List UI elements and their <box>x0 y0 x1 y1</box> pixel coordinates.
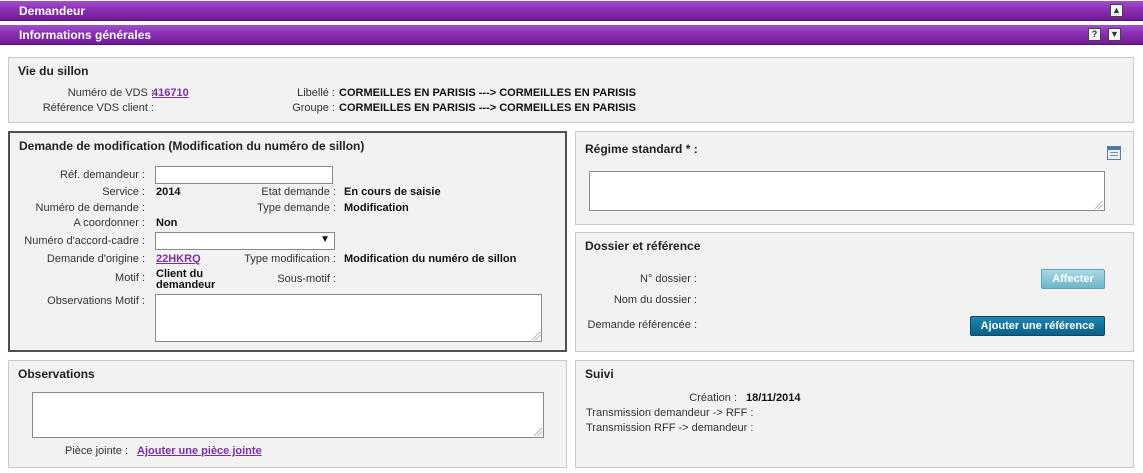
libelle-value: CORMEILLES EN PARISIS ---> CORMEILLES EN… <box>339 87 636 99</box>
piece-jointe-label: Pièce jointe : <box>65 445 128 457</box>
regime-standard-textarea[interactable] <box>589 171 1105 211</box>
demandeur-section-header[interactable]: Demandeur ▲ <box>0 1 1143 21</box>
suivi-panel: Suivi Création : 18/11/2014 Transmission… <box>575 360 1134 468</box>
observations-panel: Observations Pièce jointe : Ajouter une … <box>8 360 567 468</box>
type-demande-value: Modification <box>344 202 409 214</box>
collapse-icon[interactable]: ▲ <box>1110 4 1123 17</box>
numero-vds-label: Numéro de VDS : <box>67 87 154 99</box>
help-icon[interactable]: ? <box>1088 28 1101 41</box>
numero-vds-link[interactable]: 416710 <box>152 87 189 99</box>
accord-cadre-select[interactable]: ▼ <box>155 232 335 250</box>
a-coordonner-label: A coordonner : <box>73 217 145 229</box>
etat-demande-value: En cours de saisie <box>344 186 441 198</box>
etat-demande-label: Etat demande : <box>261 186 336 198</box>
resize-grip-icon[interactable] <box>534 428 542 436</box>
ref-demandeur-label: Réf. demandeur : <box>60 169 145 181</box>
groupe-label: Groupe : <box>292 102 335 114</box>
informations-generales-header[interactable]: Informations générales ? ▼ <box>0 25 1143 45</box>
dossier-reference-title: Dossier et référence <box>585 239 701 253</box>
type-modification-value: Modification du numéro de sillon <box>344 253 517 265</box>
a-coordonner-value: Non <box>156 217 178 229</box>
numero-demande-label: Numéro de demande : <box>35 202 145 214</box>
informations-generales-title: Informations générales <box>19 28 152 42</box>
demande-modification-panel: Demande de modification (Modification du… <box>8 131 567 352</box>
demande-origine-link[interactable]: 22HKRQ <box>156 253 201 265</box>
accord-cadre-label: Numéro d'accord-cadre : <box>24 235 145 247</box>
service-value: 2014 <box>156 186 181 198</box>
suivi-title: Suivi <box>585 367 614 381</box>
observations-title: Observations <box>18 367 95 381</box>
regime-standard-panel: Régime standard * : <box>575 131 1134 225</box>
observations-textarea[interactable] <box>32 392 544 438</box>
motif-value-line2: demandeur <box>156 279 216 291</box>
expand-icon[interactable]: ▼ <box>1108 28 1121 41</box>
calendar-icon[interactable] <box>1107 146 1121 160</box>
ajouter-reference-button[interactable]: Ajouter une référence <box>970 316 1105 336</box>
motif-label: Motif : <box>115 272 145 284</box>
demande-origine-label: Demande d'origine : <box>46 253 145 265</box>
sous-motif-label: Sous-motif : <box>277 273 336 285</box>
demande-referencee-label: Demande référencée : <box>587 319 697 331</box>
nom-dossier-label: Nom du dossier : <box>613 294 697 306</box>
demandeur-section-title: Demandeur <box>19 4 86 18</box>
resize-grip-icon[interactable] <box>532 332 540 340</box>
observations-motif-textarea[interactable] <box>155 294 542 342</box>
ref-demandeur-input[interactable] <box>155 166 333 184</box>
creation-value: 18/11/2014 <box>746 392 801 404</box>
type-demande-label: Type demande : <box>257 202 336 214</box>
numero-dossier-label: N° dossier : <box>640 273 697 285</box>
reference-vds-client-label: Référence VDS client : <box>42 102 154 114</box>
demande-modification-title: Demande de modification (Modification du… <box>19 139 365 153</box>
chevron-down-icon: ▼ <box>320 234 330 245</box>
resize-grip-icon[interactable] <box>1095 201 1103 209</box>
type-modification-label: Type modification : <box>244 253 336 265</box>
observations-motif-label: Observations Motif : <box>47 295 145 307</box>
regime-standard-title: Régime standard * : <box>585 142 698 156</box>
creation-label: Création : <box>689 392 737 404</box>
dossier-reference-panel: Dossier et référence N° dossier : Affect… <box>575 232 1134 352</box>
ajouter-piece-jointe-link[interactable]: Ajouter une pièce jointe <box>137 445 262 457</box>
libelle-label: Libellé : <box>297 87 335 99</box>
service-label: Service : <box>102 186 145 198</box>
transmission-rff-demandeur-label: Transmission RFF -> demandeur : <box>586 422 754 434</box>
transmission-demandeur-rff-label: Transmission demandeur -> RFF : <box>586 407 754 419</box>
groupe-value: CORMEILLES EN PARISIS ---> CORMEILLES EN… <box>339 102 636 114</box>
vie-du-sillon-panel: Vie du sillon Numéro de VDS : 416710 Réf… <box>8 57 1134 123</box>
affecter-button[interactable]: Affecter <box>1041 269 1105 289</box>
vie-du-sillon-title: Vie du sillon <box>18 64 89 78</box>
